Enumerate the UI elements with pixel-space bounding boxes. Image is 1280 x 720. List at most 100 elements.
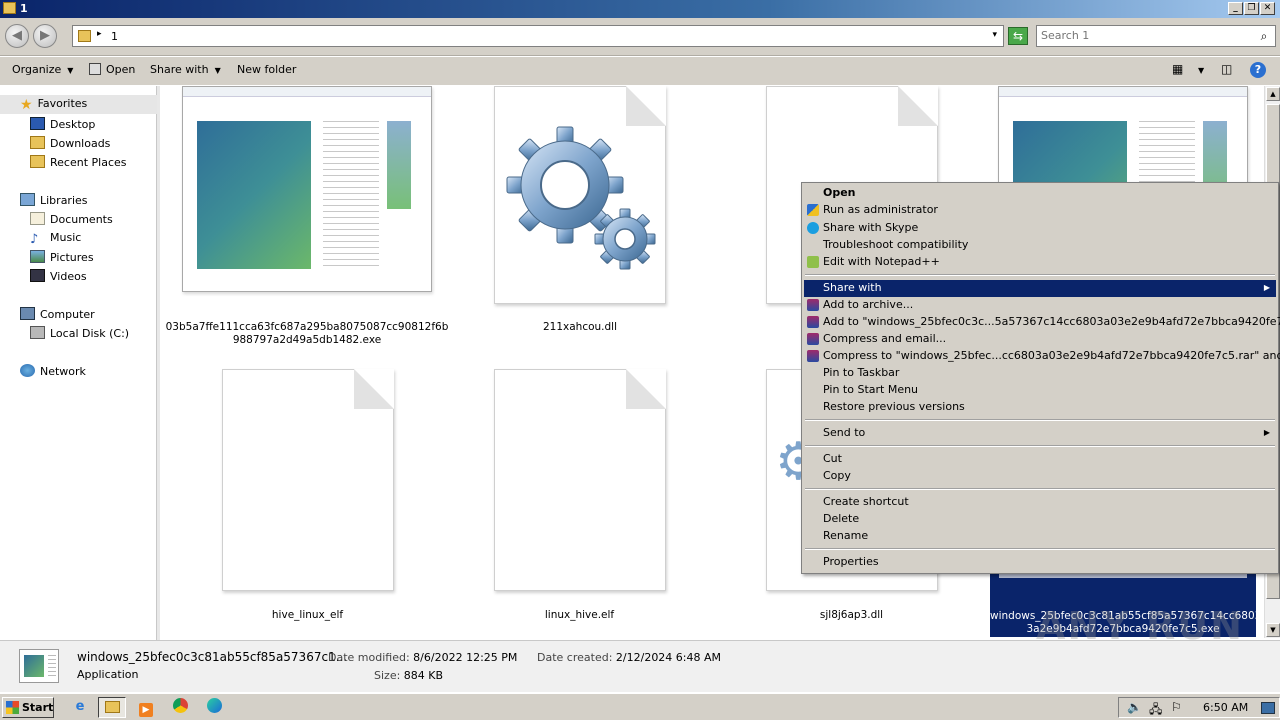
- nav-label: Downloads: [50, 137, 111, 150]
- menu-item-cut[interactable]: Cut: [804, 451, 1276, 468]
- chrome-icon[interactable]: [166, 697, 194, 718]
- nav-downloads[interactable]: Downloads: [30, 136, 110, 150]
- search-box[interactable]: ⌕: [1036, 25, 1276, 47]
- menu-item-delete[interactable]: Delete: [804, 511, 1276, 528]
- new-folder-button[interactable]: New folder: [237, 63, 296, 76]
- file-explorer-icon[interactable]: [98, 697, 126, 718]
- nav-videos[interactable]: Videos: [30, 269, 87, 283]
- context-menu: Open Run as administrator Share with Sky…: [801, 182, 1280, 574]
- network-icon: [20, 364, 35, 377]
- nav-label: Recent Places: [50, 156, 127, 169]
- view-options-chevron-icon[interactable]: ▼: [1198, 66, 1204, 75]
- file-name: linux_hive.elf: [544, 609, 615, 621]
- winrar-icon: [807, 333, 819, 345]
- music-icon: ♪: [30, 232, 39, 247]
- action-center-flag-icon[interactable]: ⚐: [1171, 700, 1182, 714]
- nav-network[interactable]: Network: [20, 364, 86, 378]
- nav-music[interactable]: ♪ Music: [30, 231, 81, 247]
- submenu-arrow-icon: ▶: [1263, 283, 1270, 292]
- nav-label: Libraries: [40, 194, 88, 207]
- menu-item-restore-versions[interactable]: Restore previous versions: [804, 399, 1276, 416]
- network-tray-icon[interactable]: 🖧: [1149, 700, 1162, 720]
- open-button[interactable]: Open: [89, 63, 135, 76]
- refresh-button[interactable]: ⇆: [1008, 27, 1028, 45]
- menu-item-run-as-admin[interactable]: Run as administrator: [804, 202, 1276, 219]
- forward-button[interactable]: ▶: [33, 24, 57, 48]
- address-dropdown-button[interactable]: ▾: [992, 30, 997, 40]
- menu-separator: [805, 445, 1275, 447]
- breadcrumb-item[interactable]: 1: [111, 30, 118, 43]
- nav-label: Desktop: [50, 118, 96, 131]
- taskbar: Start e ▶ 🔈 🖧 ⚐ 6:50 AM: [0, 693, 1280, 720]
- help-icon[interactable]: ?: [1250, 62, 1266, 78]
- details-date-created: Date created: 2/12/2024 6:48 AM: [537, 651, 722, 664]
- file-tile[interactable]: 03b5a7ffe111cca63fc687a295ba8075087cc908…: [160, 86, 448, 356]
- file-tile[interactable]: linux_hive.elf: [472, 366, 687, 628]
- address-bar-row: ◀ ▶ ▸ 1 ▾ ⇆ ⌕: [0, 18, 1280, 56]
- menu-item-copy[interactable]: Copy: [804, 468, 1276, 485]
- organize-menu[interactable]: Organize ▼: [12, 63, 73, 76]
- menu-item-open[interactable]: Open: [804, 185, 1276, 202]
- menu-item-troubleshoot[interactable]: Troubleshoot compatibility: [804, 237, 1276, 254]
- internet-explorer-icon[interactable]: e: [66, 697, 94, 718]
- menu-item-notepad-plus-plus[interactable]: Edit with Notepad++: [804, 254, 1276, 271]
- scroll-up-button[interactable]: ▲: [1266, 87, 1280, 101]
- menu-item-rename[interactable]: Rename: [804, 528, 1276, 545]
- clock[interactable]: 6:50 AM: [1203, 701, 1248, 714]
- application-thumbnail-icon: [19, 649, 59, 683]
- minimize-button[interactable]: _: [1228, 2, 1243, 15]
- nav-local-disk[interactable]: Local Disk (C:): [30, 326, 129, 340]
- change-view-icon[interactable]: ▦: [1172, 62, 1183, 76]
- nav-desktop[interactable]: Desktop: [30, 117, 95, 131]
- share-with-label: Share with: [150, 63, 209, 76]
- nav-computer[interactable]: Computer: [20, 307, 95, 321]
- show-desktop-icon[interactable]: [1261, 702, 1275, 714]
- nav-documents[interactable]: Documents: [30, 212, 113, 226]
- windows-logo-icon: [6, 701, 19, 714]
- menu-item-share-with[interactable]: Share with ▶: [804, 280, 1276, 297]
- maximize-button[interactable]: ❐: [1244, 2, 1259, 15]
- star-icon: ★: [20, 97, 33, 113]
- menu-item-pin-start-menu[interactable]: Pin to Start Menu: [804, 382, 1276, 399]
- search-icon[interactable]: ⌕: [1255, 28, 1273, 44]
- recent-places-icon: [30, 155, 45, 168]
- file-tile[interactable]: 211xahcou.dll: [450, 86, 710, 356]
- nav-libraries[interactable]: Libraries: [20, 193, 88, 207]
- breadcrumb-separator: ▸: [97, 29, 102, 39]
- downloads-folder-icon: [30, 136, 45, 149]
- window-title: 1: [20, 2, 28, 15]
- share-with-menu[interactable]: Share with ▼: [150, 63, 221, 76]
- nav-recent-places[interactable]: Recent Places: [30, 155, 127, 169]
- system-tray: 🔈 🖧 ⚐ 6:50 AM: [1118, 697, 1280, 718]
- media-player-icon[interactable]: ▶: [132, 697, 160, 718]
- menu-item-properties[interactable]: Properties: [804, 554, 1276, 571]
- nav-label: Documents: [50, 213, 113, 226]
- menu-item-create-shortcut[interactable]: Create shortcut: [804, 494, 1276, 511]
- start-button[interactable]: Start: [2, 697, 54, 718]
- preview-pane-icon[interactable]: ◫: [1221, 62, 1232, 76]
- search-input[interactable]: [1041, 29, 1241, 42]
- volume-icon[interactable]: 🔈: [1127, 700, 1142, 714]
- menu-item-share-skype[interactable]: Share with Skype: [804, 220, 1276, 237]
- chevron-down-icon: ▼: [67, 66, 74, 75]
- nav-pictures[interactable]: Pictures: [30, 250, 94, 264]
- menu-item-compress-email[interactable]: Compress and email...: [804, 331, 1276, 348]
- address-field[interactable]: ▸ 1 ▾: [72, 25, 1004, 47]
- menu-item-compress-to-rar-email[interactable]: Compress to "windows_25bfec...cc6803a03e…: [804, 348, 1280, 365]
- gears-icon: [506, 126, 656, 270]
- skype-icon: [807, 222, 819, 234]
- submenu-arrow-icon: ▶: [1263, 428, 1270, 437]
- scroll-down-button[interactable]: ▼: [1266, 623, 1280, 637]
- details-size: Size: 884 KB: [374, 669, 444, 682]
- menu-item-add-to-rar[interactable]: Add to "windows_25bfec0c3c...5a57367c14c…: [804, 314, 1280, 331]
- computer-icon: [20, 307, 35, 320]
- close-button[interactable]: ✕: [1260, 2, 1275, 15]
- file-tile[interactable]: hive_linux_elf: [200, 366, 415, 628]
- back-button[interactable]: ◀: [5, 24, 29, 48]
- menu-item-add-to-archive[interactable]: Add to archive...: [804, 297, 1276, 314]
- nav-favorites[interactable]: ★ Favorites: [0, 95, 157, 114]
- menu-item-pin-taskbar[interactable]: Pin to Taskbar: [804, 365, 1276, 382]
- edge-icon[interactable]: [200, 697, 228, 718]
- nav-label: Computer: [40, 308, 95, 321]
- menu-item-send-to[interactable]: Send to ▶: [804, 425, 1276, 442]
